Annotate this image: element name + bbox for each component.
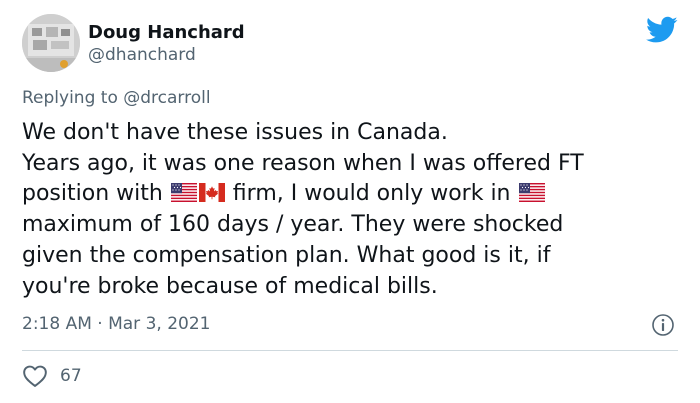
- avatar[interactable]: [22, 14, 80, 72]
- tweet-text-line: maximum of 160 days / year. They were sh…: [22, 212, 564, 238]
- twitter-bird-icon[interactable]: [646, 16, 678, 44]
- tweet-timestamp[interactable]: 2:18 AM · Mar 3, 2021: [22, 314, 210, 334]
- author-display-name[interactable]: Doug Hanchard: [88, 22, 245, 43]
- divider: [22, 350, 678, 351]
- like-count[interactable]: 67: [60, 366, 82, 386]
- us-flag-icon: [518, 183, 545, 203]
- replying-to-label: Replying to @drcarroll: [22, 88, 211, 108]
- tweet-text-line: We don't have these issues in Canada.: [22, 120, 448, 145]
- reply-mention-link[interactable]: @drcarroll: [123, 88, 210, 108]
- tweet-text-line: given the compensation plan. What good i…: [22, 242, 551, 268]
- tweet-card: Doug Hanchard @dhanchard Replying to @dr…: [0, 0, 700, 403]
- tweet-text-segment: firm, I would only work in: [225, 181, 518, 207]
- info-icon[interactable]: [651, 313, 675, 337]
- tweet-text: We don't have these issues in Canada. Ye…: [22, 118, 682, 302]
- heart-icon[interactable]: [22, 364, 48, 388]
- replying-to-prefix: Replying to: [22, 88, 124, 108]
- tweet-text-line: you're broke because of medical bills.: [22, 273, 438, 299]
- tweet-text-line: position with firm, I would only work in: [22, 179, 682, 210]
- tweet-text-segment: position with: [22, 181, 170, 207]
- tweet-text-line: Years ago, it was one reason when I was …: [22, 150, 584, 176]
- author-handle[interactable]: @dhanchard: [88, 45, 196, 65]
- canada-flag-icon: [198, 183, 225, 203]
- us-flag-icon: [170, 183, 197, 203]
